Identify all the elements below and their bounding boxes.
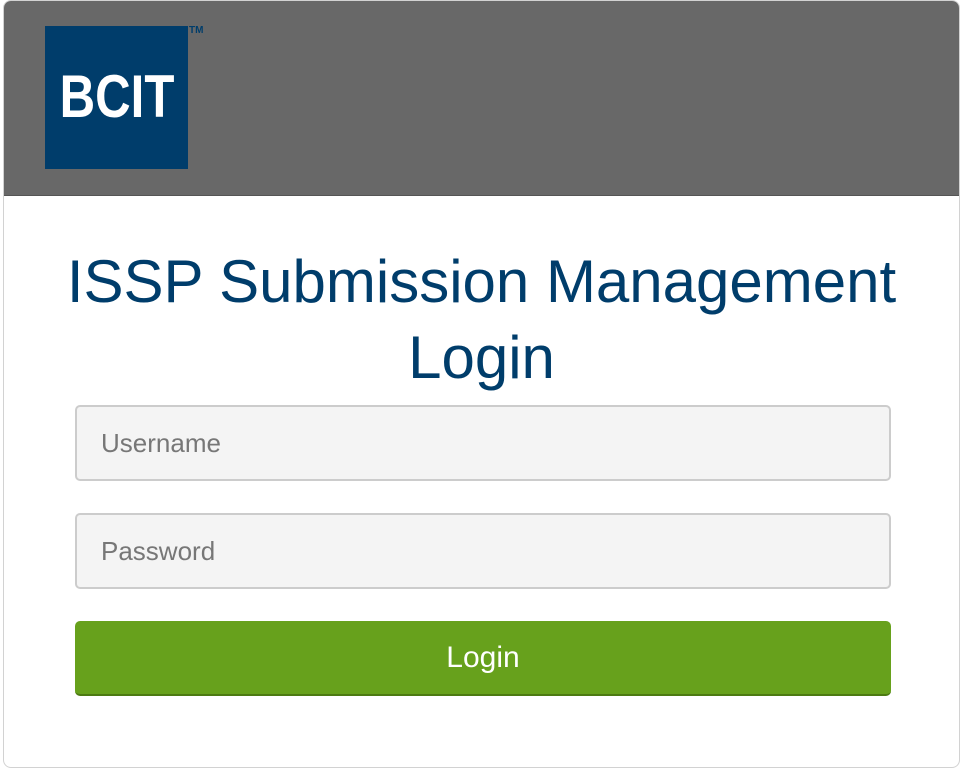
header-bar: BCIT TM [4,1,959,196]
bcit-logo: BCIT [45,26,188,169]
page-title: ISSP Submission Management Login [66,248,897,391]
login-card: BCIT TM ISSP Submission Management Login… [3,0,960,768]
trademark-symbol: TM [189,25,204,36]
password-input[interactable] [75,513,891,589]
login-button[interactable]: Login [75,621,891,696]
username-input[interactable] [75,405,891,481]
logo-text: BCIT [59,62,174,130]
